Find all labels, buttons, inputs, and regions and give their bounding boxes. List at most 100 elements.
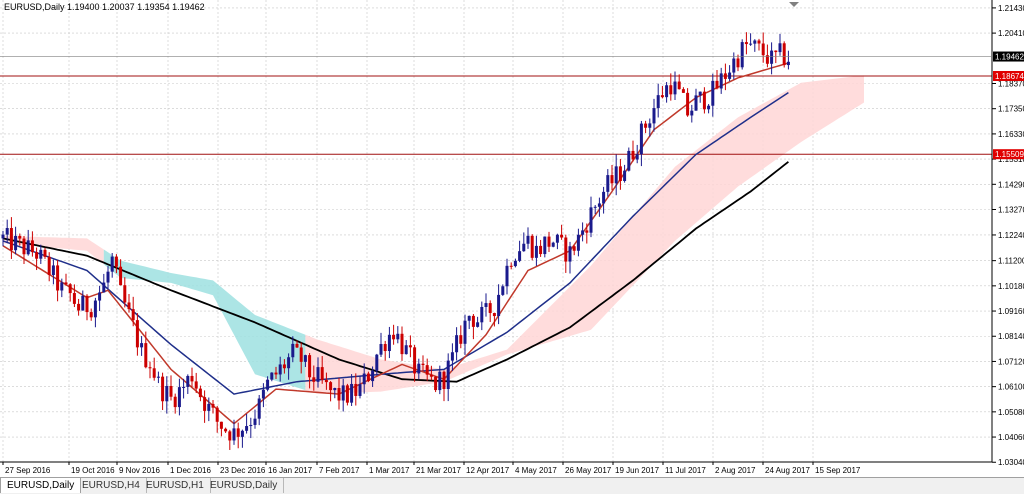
chart-window[interactable]: 1.214301.204101.183701.173501.163301.153… — [0, 0, 1024, 494]
candle-body — [602, 191, 606, 204]
candle-body — [732, 58, 736, 73]
candle-body — [597, 203, 601, 207]
x-tick-label: 27 Sep 2016 — [5, 466, 51, 475]
candle-body — [719, 73, 723, 89]
tab-eurusd-daily[interactable]: EURUSD,Daily — [204, 478, 285, 493]
candle-body — [261, 389, 265, 399]
candle-body — [144, 343, 148, 368]
candle-body — [429, 374, 433, 377]
candle-body — [635, 154, 639, 160]
candle-body — [631, 150, 635, 160]
candle-body — [581, 230, 585, 235]
candle-body — [669, 85, 673, 95]
candle-body — [560, 234, 564, 238]
candle-body — [413, 347, 417, 374]
candle-body — [148, 367, 152, 369]
candle-body — [114, 256, 118, 267]
tab-eurusd-daily-active[interactable]: EURUSD,Daily — [0, 478, 82, 493]
candle-body — [501, 286, 505, 295]
x-axis: 27 Sep 2016 19 Oct 2016 9 Nov 2016 1 Dec 20… — [2, 462, 861, 475]
candle-body — [43, 249, 47, 257]
candle-body — [127, 302, 131, 310]
candle-body — [245, 426, 249, 431]
candle-body — [585, 230, 589, 233]
candle-body — [497, 294, 501, 317]
candle-body — [786, 61, 790, 66]
candle-body — [555, 234, 559, 243]
x-tick-label: 21 Mar 2017 — [416, 466, 461, 475]
candle-body — [551, 242, 555, 247]
candle-body — [77, 303, 81, 311]
tab-eurusd-h1[interactable]: EURUSD,H1 — [140, 478, 211, 493]
candle-body — [421, 363, 425, 366]
candle-body — [455, 335, 459, 353]
y-tick-label: 1.09160 — [998, 307, 1024, 316]
candle-body — [606, 175, 610, 192]
candle-body — [64, 282, 68, 285]
x-tick-label: 26 May 2017 — [565, 466, 612, 475]
candle-body — [530, 235, 534, 258]
candle-body — [173, 396, 177, 408]
candle-body — [211, 403, 215, 408]
tab-eurusd-h4[interactable]: EURUSD,H4 — [76, 478, 147, 493]
candle-body — [93, 300, 97, 318]
y-tick-label: 1.10180 — [998, 282, 1024, 291]
candle-body — [400, 333, 404, 355]
candle-body — [219, 421, 223, 429]
candle-body — [232, 428, 236, 441]
candle-body — [593, 206, 597, 208]
candle-body — [190, 375, 194, 382]
candle-body — [614, 166, 618, 184]
candle-body — [287, 357, 291, 369]
candle-body — [345, 385, 349, 403]
candle-body — [677, 81, 681, 90]
candle-body — [623, 170, 627, 181]
x-tick-label: 9 Nov 2016 — [119, 466, 160, 475]
x-tick-label: 4 May 2017 — [515, 466, 557, 475]
candle-body — [627, 150, 631, 171]
candle-body — [295, 343, 299, 348]
candle-body — [774, 50, 778, 53]
candle-body — [68, 284, 72, 294]
candle-body — [35, 252, 39, 259]
candle-body — [757, 40, 761, 44]
candle-body — [169, 385, 173, 397]
candle-body — [366, 373, 370, 382]
candle-body — [539, 245, 543, 255]
candle-body — [186, 375, 190, 387]
x-tick-label: 15 Sep 2017 — [815, 466, 861, 475]
candle-body — [198, 388, 202, 398]
candle-body — [131, 309, 135, 321]
candle-body — [656, 95, 660, 109]
candle-body — [333, 388, 337, 391]
y-tick-label: 1.12240 — [998, 231, 1024, 240]
plot-background — [0, 0, 992, 462]
candle-body — [665, 85, 669, 98]
candle-body — [375, 354, 379, 371]
candle-body — [471, 315, 475, 327]
price-chart[interactable]: 1.214301.204101.183701.173501.163301.153… — [0, 0, 1024, 477]
candle-body — [698, 91, 702, 96]
level-tag-label: 1.15509 — [995, 150, 1024, 159]
candle-body — [660, 95, 664, 98]
level-tag-label: 1.18674 — [995, 72, 1024, 81]
candle-body — [266, 379, 270, 390]
candle-body — [354, 383, 358, 396]
y-tick-label: 1.13270 — [998, 206, 1024, 215]
candle-body — [404, 345, 408, 355]
candle-body — [308, 355, 312, 378]
x-tick-label: 12 Apr 2017 — [466, 466, 510, 475]
candle-body — [51, 265, 55, 276]
candle-body — [22, 238, 26, 255]
candle-body — [387, 334, 391, 352]
candle-body — [723, 73, 727, 79]
candle-body — [534, 245, 538, 258]
candle-body — [446, 360, 450, 390]
x-tick-label: 11 Jul 2017 — [665, 466, 706, 475]
candle-body — [207, 403, 211, 411]
candle-body — [694, 95, 698, 111]
candle-body — [119, 266, 123, 286]
candle-body — [182, 386, 186, 388]
candle-body — [740, 42, 744, 68]
y-tick-label: 1.06100 — [998, 383, 1024, 392]
